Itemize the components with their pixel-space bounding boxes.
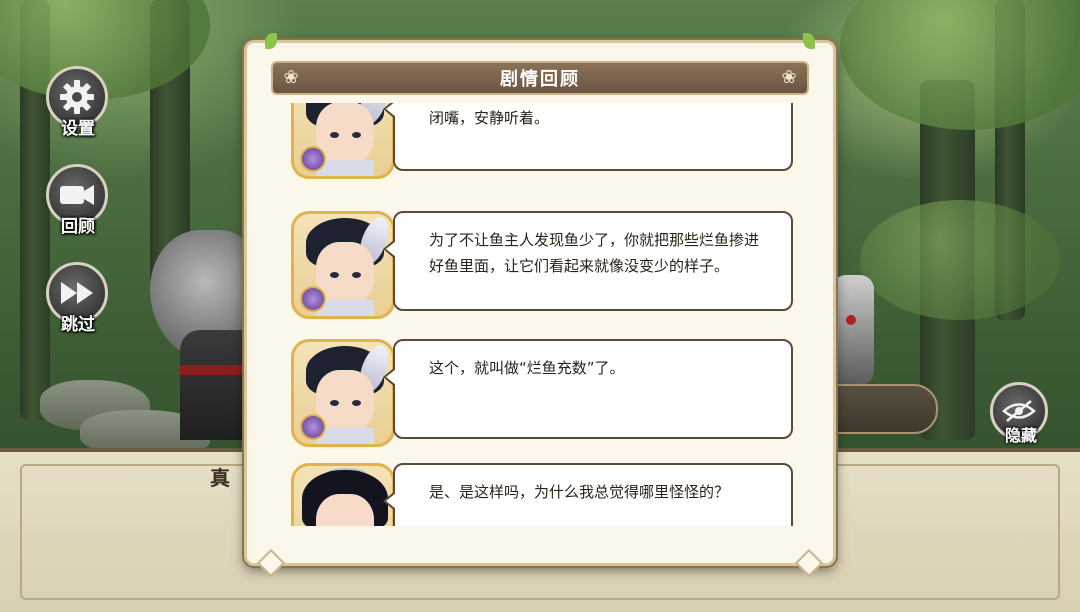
character-avatar (291, 463, 395, 526)
hide-button[interactable]: 隐藏 (988, 382, 1054, 452)
character-avatar (291, 211, 395, 319)
hide-label: 隐藏 (1004, 426, 1037, 445)
speech-text: 是、是这样吗，为什么我总觉得哪里怪怪的？ (429, 483, 730, 501)
skip-label: 跳过 (61, 315, 95, 335)
speech-text: 这个，就叫做“烂鱼充数”了。 (429, 359, 625, 377)
skip-button[interactable]: 跳过 (44, 262, 112, 352)
tree-foliage (840, 0, 1080, 130)
panel-title: 剧情回顾 (500, 69, 580, 90)
character-avatar (291, 339, 395, 447)
dialogue-speaker-name: 真 (210, 466, 232, 490)
character-right (832, 275, 874, 385)
speech-bubble: 这个，就叫做“烂鱼充数”了。 (383, 339, 793, 439)
speech-text: 为了不让鱼主人发现鱼少了，你就把那些烂鱼掺进好鱼里面，让它们看起来就像没变少的样… (429, 231, 760, 275)
review-label: 回顾 (61, 217, 95, 237)
story-log-list[interactable]: 闭嘴，安静听着。 为了不让鱼主人发现鱼少了，你就把那些烂鱼掺进好鱼里面，让它们看… (273, 103, 813, 526)
speech-text: 闭嘴，安静听着。 (429, 109, 550, 127)
character-avatar (291, 103, 395, 179)
review-button[interactable]: 回顾 (44, 164, 112, 254)
speech-bubble: 为了不让鱼主人发现鱼少了，你就把那些烂鱼掺进好鱼里面，让它们看起来就像没变少的样… (383, 211, 793, 311)
leaf-ornament (265, 33, 277, 49)
list-item: 闭嘴，安静听着。 (273, 103, 813, 183)
leaf-ornament (803, 33, 815, 49)
story-review-panel: ❀ 剧情回顾 ❀ 闭嘴，安静听着。 为了不让鱼主人发现鱼少了，你就把那些烂鱼掺进 (244, 33, 836, 578)
speech-bubble: 是、是这样吗，为什么我总觉得哪里怪怪的？ (383, 463, 793, 526)
flower-ornament-icon: ❀ (283, 67, 299, 88)
list-item: 为了不让鱼主人发现鱼少了，你就把那些烂鱼掺进好鱼里面，让它们看起来就像没变少的样… (273, 211, 813, 323)
settings-button[interactable]: 设置 (44, 66, 112, 156)
list-item: 这个，就叫做“烂鱼充数”了。 (273, 339, 813, 451)
list-item: 是、是这样吗，为什么我总觉得哪里怪怪的？ (273, 463, 813, 526)
tree-foliage (860, 200, 1060, 320)
settings-label: 设置 (61, 119, 95, 139)
panel-header: ❀ 剧情回顾 ❀ (271, 61, 809, 95)
speech-bubble: 闭嘴，安静听着。 (383, 103, 793, 171)
flower-ornament-icon: ❀ (781, 67, 797, 88)
name-plate (834, 384, 938, 434)
